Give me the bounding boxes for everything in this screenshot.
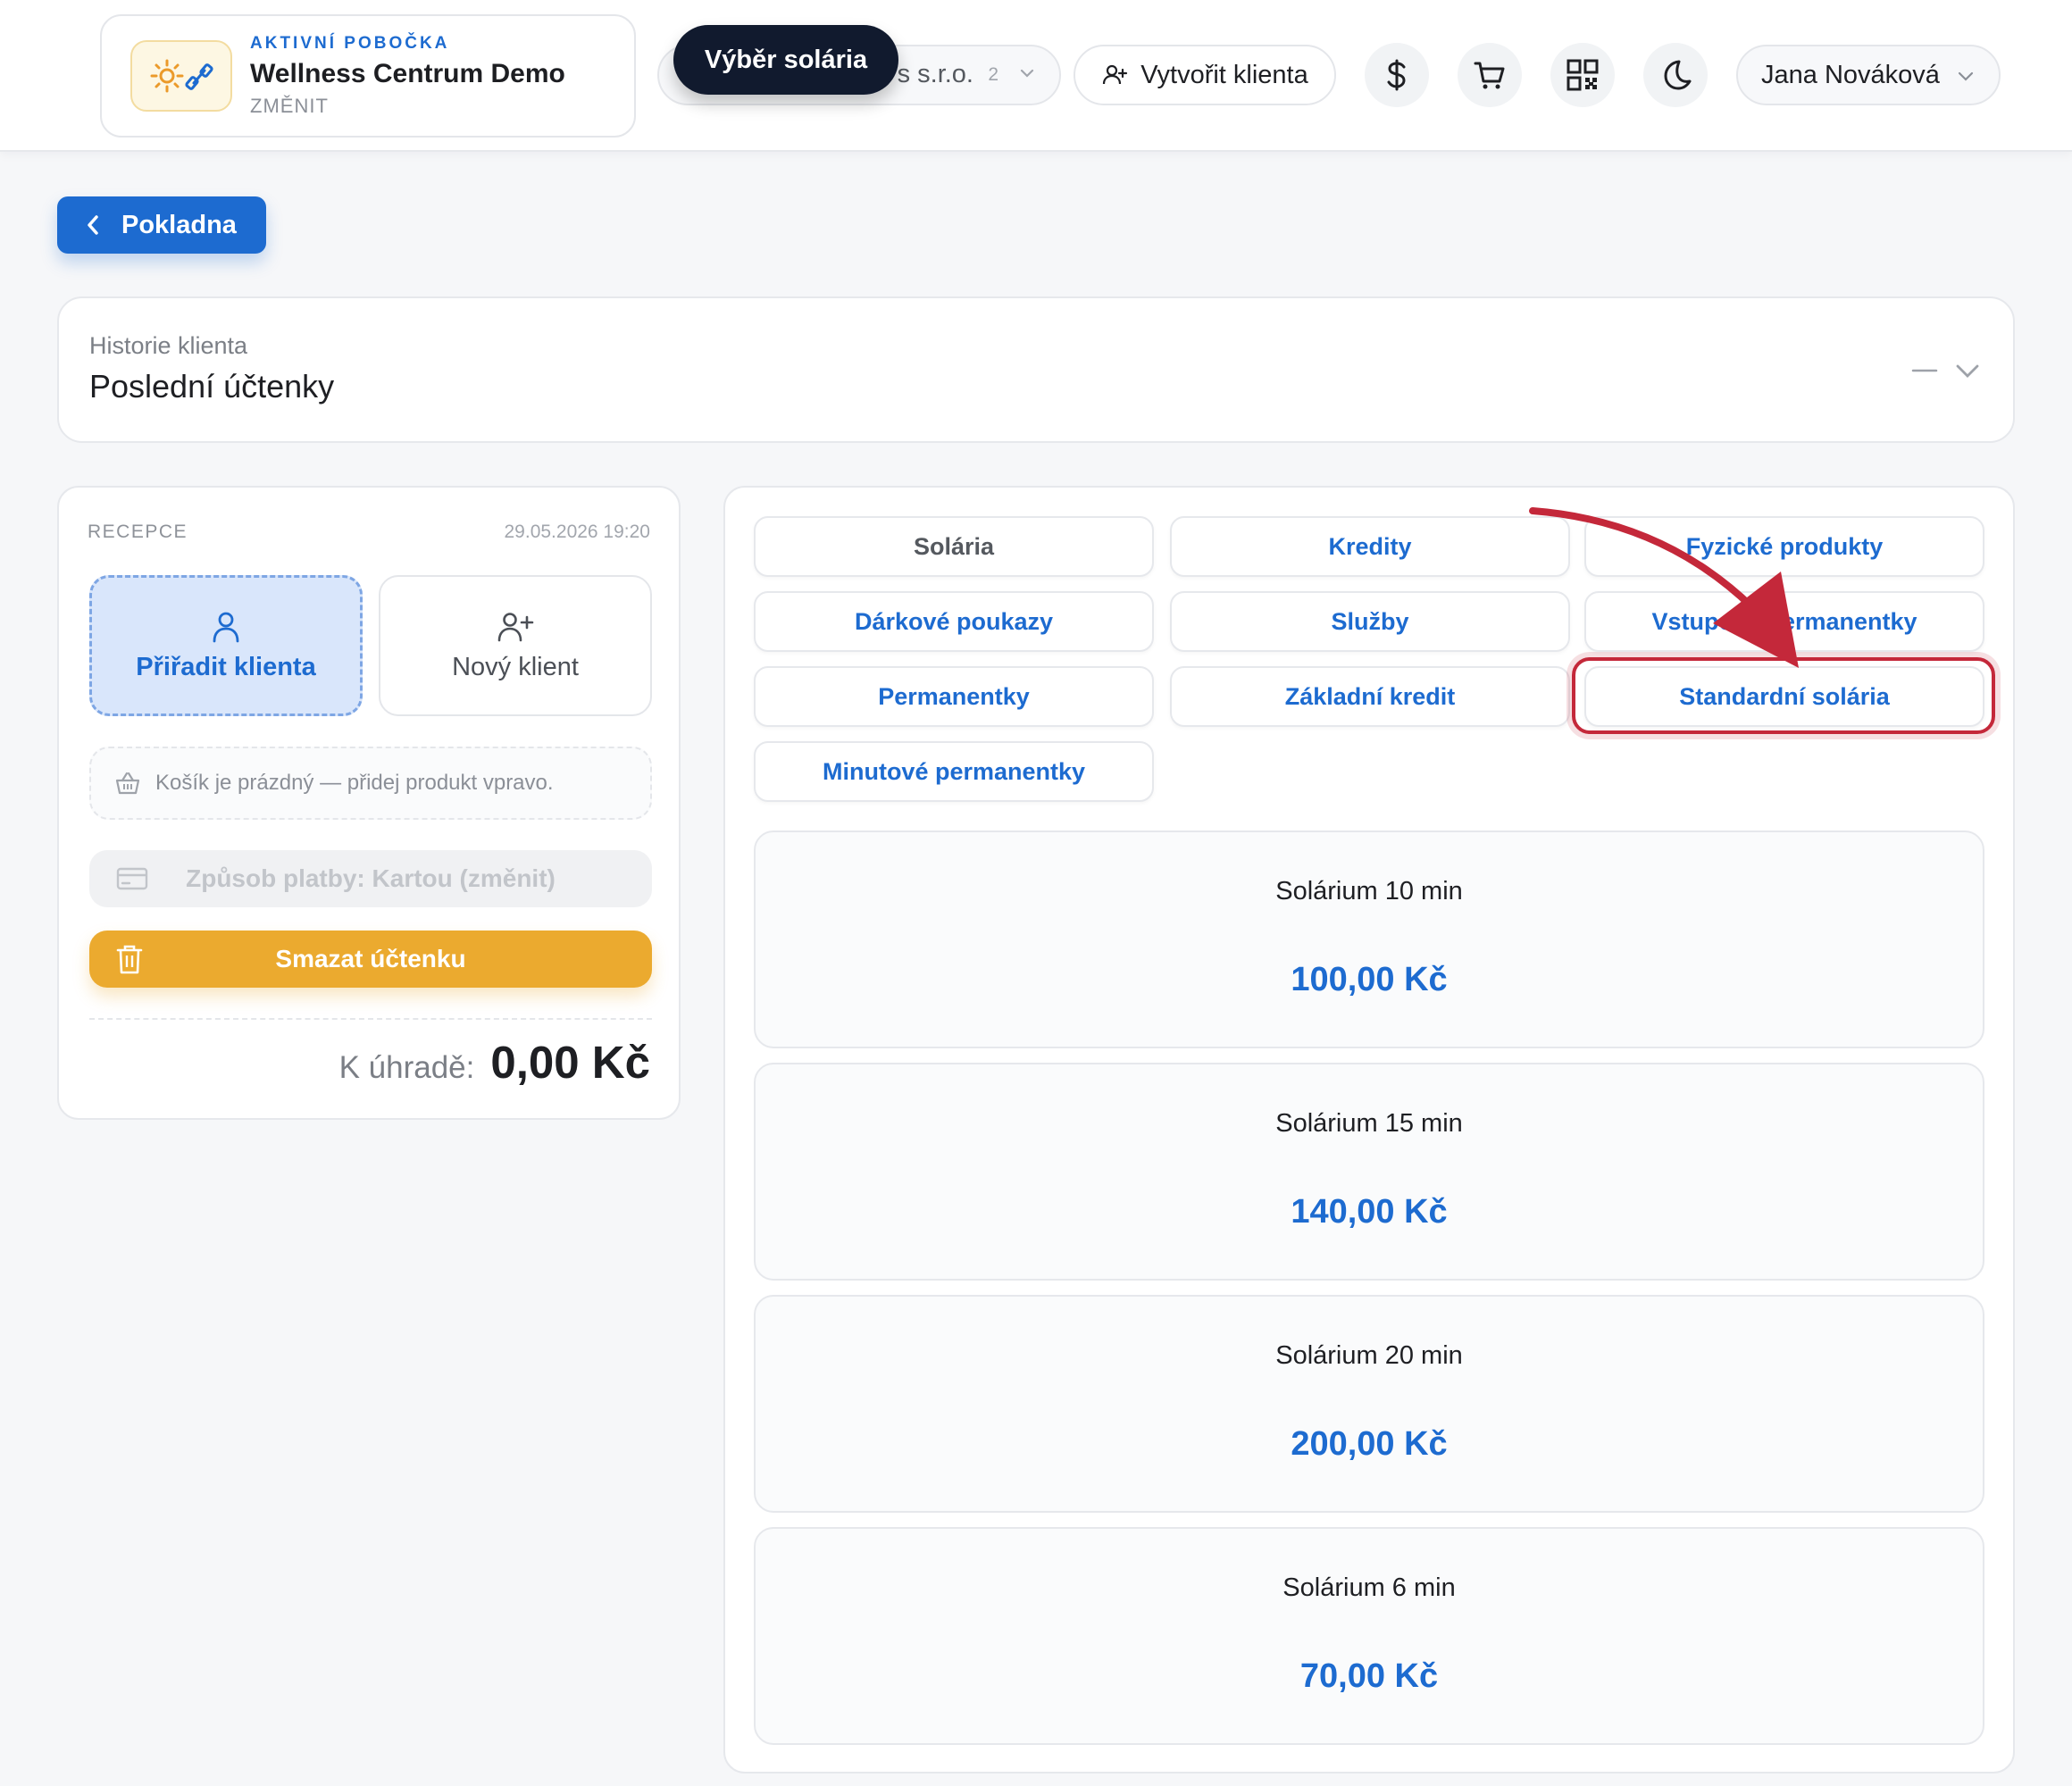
user-menu[interactable]: Jana Nováková (1736, 45, 2001, 105)
user-icon (213, 612, 239, 642)
tooltip: Výběr solária (673, 25, 898, 95)
sun-dumbbell-icon (150, 59, 213, 93)
assign-client-button[interactable]: Přiřadit klienta (89, 575, 363, 716)
tab-vstupove-permanentky[interactable]: Vstupové permanentky (1584, 591, 1984, 652)
chevron-down-icon[interactable] (1954, 357, 1981, 384)
cart-button[interactable] (1458, 43, 1522, 107)
back-button-label: Pokladna (121, 210, 237, 239)
tab-zakladni-kredit[interactable]: Základní kredit (1170, 666, 1570, 727)
product-price: 70,00 Kč (1299, 1657, 1439, 1695)
history-title: Poslední účtenky (89, 368, 335, 405)
qr-code-button[interactable] (1550, 43, 1615, 107)
branch-kicker: AKTIVNÍ POBOČKA (250, 34, 450, 53)
branch-change-link[interactable]: ZMĚNIT (250, 95, 329, 118)
product-price: 200,00 Kč (1291, 1425, 1448, 1463)
chevron-left-icon (88, 215, 98, 235)
new-client-label: Nový klient (452, 652, 579, 681)
product-card[interactable]: Solárium 6 min 70,00 Kč (754, 1527, 1984, 1745)
product-name: Solárium 20 min (1275, 1341, 1463, 1370)
client-history-panel[interactable]: Historie klienta Poslední účtenky (57, 296, 2015, 443)
product-name: Solárium 15 min (1275, 1109, 1463, 1138)
dark-mode-button[interactable] (1643, 43, 1708, 107)
product-price: 140,00 Kč (1291, 1193, 1448, 1231)
receipt-panel: RECEPCE 29.05.2026 19:20 Přiřadit klient… (57, 486, 681, 1120)
history-label: Historie klienta (89, 332, 248, 359)
total-value: 0,00 Kč (490, 1037, 650, 1088)
dollar-button[interactable] (1365, 43, 1429, 107)
top-bar: AKTIVNÍ POBOČKA Wellness Centrum Demo ZM… (0, 0, 2072, 152)
qr-code-icon (1567, 59, 1599, 91)
payment-method-label: Způsob platby: Kartou (změnit) (186, 864, 556, 892)
credit-card-icon (116, 867, 148, 890)
tab-permanentky[interactable]: Permanentky (754, 666, 1154, 727)
delete-receipt-label: Smazat účtenku (275, 945, 466, 972)
product-card[interactable]: Solárium 10 min 100,00 Kč (754, 830, 1984, 1048)
payment-method-button[interactable]: Způsob platby: Kartou (změnit) (89, 850, 652, 907)
empty-cart-text: Košík je prázdný — přidej produkt vpravo… (155, 771, 554, 795)
cart-icon (1474, 62, 1505, 89)
basket-icon (115, 772, 140, 795)
empty-cart-notice: Košík je prázdný — přidej produkt vpravo… (89, 747, 652, 820)
total-due: K úhradě: 0,00 Kč (339, 1036, 650, 1089)
create-client-label: Vytvořit klienta (1140, 60, 1308, 89)
receipt-datetime: 29.05.2026 19:20 (504, 522, 651, 542)
user-plus-icon (497, 612, 534, 641)
assign-client-label: Přiřadit klienta (136, 652, 316, 681)
product-price: 100,00 Kč (1291, 961, 1448, 998)
branch-name: Wellness Centrum Demo (250, 59, 565, 88)
user-plus-icon (1103, 64, 1128, 85)
chevron-down-icon (1958, 71, 1974, 81)
dollar-icon (1387, 59, 1406, 91)
total-label: K úhradě: (338, 1050, 475, 1085)
product-card[interactable]: Solárium 15 min 140,00 Kč (754, 1063, 1984, 1281)
minus-icon[interactable] (1911, 368, 1938, 373)
product-card[interactable]: Solárium 20 min 200,00 Kč (754, 1295, 1984, 1513)
receipt-location: RECEPCE (88, 522, 188, 542)
new-client-button[interactable]: Nový klient (379, 575, 652, 716)
active-branch-card[interactable]: AKTIVNÍ POBOČKA Wellness Centrum Demo ZM… (100, 14, 636, 138)
user-name: Jana Nováková (1761, 60, 1940, 89)
create-client-button[interactable]: Vytvořit klienta (1074, 45, 1336, 105)
tab-kredity[interactable]: Kredity (1170, 516, 1570, 577)
highlight-frame (1572, 657, 1995, 734)
tab-solaria[interactable]: Solária (754, 516, 1154, 577)
company-count-badge: 2 (988, 64, 998, 85)
tab-fyzicke-produkty[interactable]: Fyzické produkty (1584, 516, 1984, 577)
history-controls (1911, 357, 1981, 384)
tab-minutove-permanentky[interactable]: Minutové permanentky (754, 741, 1154, 802)
product-name: Solárium 6 min (1282, 1573, 1456, 1602)
chevron-down-icon (1020, 69, 1034, 78)
divider (89, 1018, 652, 1020)
tab-darkove-poukazy[interactable]: Dárkové poukazy (754, 591, 1154, 652)
delete-receipt-button[interactable]: Smazat účtenku (89, 931, 652, 988)
trash-icon (116, 945, 143, 974)
company-name: s s.r.o. (897, 60, 973, 88)
moon-icon (1664, 60, 1692, 90)
back-to-cashier-button[interactable]: Pokladna (57, 196, 266, 254)
tab-sluzby[interactable]: Služby (1170, 591, 1570, 652)
product-name: Solárium 10 min (1275, 877, 1463, 906)
branch-logo (130, 40, 232, 112)
